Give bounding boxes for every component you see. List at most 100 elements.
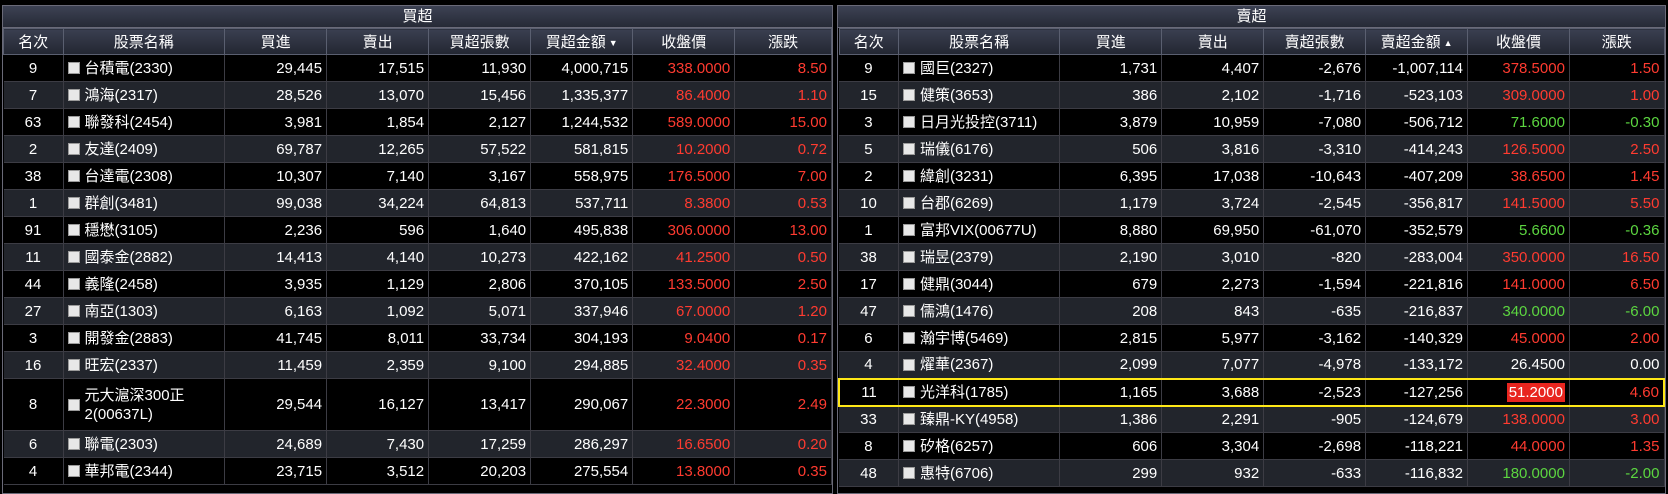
table-row[interactable]: 38 台達電(2308) 10,307 7,140 3,167 558,975 176.50…	[3, 162, 832, 190]
close-price-cell: 10.2000	[632, 135, 736, 163]
net-qty-cell: -10,643	[1263, 162, 1367, 190]
checkbox-icon[interactable]	[902, 197, 915, 209]
checkbox-icon[interactable]	[67, 197, 80, 209]
buy-cell: 208	[1059, 297, 1163, 325]
table-row[interactable]: 6 瀚宇博(5469) 2,815 5,977 -3,162 -140,329 45.000…	[839, 324, 1665, 352]
stock-name-label: 鴻海(2317)	[84, 86, 158, 104]
table-row[interactable]: 10 台郡(6269) 1,179 3,724 -2,545 -356,817 141.50…	[839, 189, 1665, 217]
rank-cell: 91	[3, 216, 64, 244]
table-row[interactable]: 27 南亞(1303) 6,163 1,092 5,071 337,946 67.0000 1…	[3, 297, 832, 325]
rank-cell: 7	[3, 81, 64, 109]
checkbox-icon[interactable]	[67, 224, 80, 236]
checkbox-icon[interactable]	[902, 170, 915, 182]
table-row[interactable]: 1 富邦VIX(00677U) 8,880 69,950 -61,070 -352,579…	[839, 216, 1665, 244]
checkbox-icon[interactable]	[902, 143, 915, 155]
table-row[interactable]: 2 緯創(3231) 6,395 17,038 -10,643 -407,209 38.65…	[839, 162, 1665, 190]
col-header-stock-name[interactable]: 股票名稱	[62, 28, 226, 55]
checkbox-icon[interactable]	[67, 143, 80, 155]
col-header-rank[interactable]: 名次	[838, 28, 899, 55]
checkbox-icon[interactable]	[902, 251, 915, 263]
table-row[interactable]: 5 瑞儀(6176) 506 3,816 -3,310 -414,243 126.5000 2…	[839, 135, 1665, 163]
net-qty-cell: -2,545	[1263, 189, 1367, 217]
table-row[interactable]: 8 元大滬深300正2(00637L) 29,544 16,127 13,417 290,…	[3, 378, 832, 431]
col-header-close[interactable]: 收盤價	[632, 28, 736, 55]
close-price-cell: 9.0400	[632, 324, 736, 352]
checkbox-icon[interactable]	[902, 440, 915, 452]
checkbox-icon[interactable]	[902, 224, 915, 236]
buy-cell: 24,689	[224, 430, 328, 458]
col-header-net-qty[interactable]: 賣超張數	[1263, 28, 1367, 55]
table-row[interactable]: 16 旺宏(2337) 11,459 2,359 9,100 294,885 32.4000…	[3, 351, 832, 379]
col-header-buy[interactable]: 買進	[1059, 28, 1163, 55]
col-header-sell[interactable]: 賣出	[326, 28, 430, 55]
table-row[interactable]: 11 光洋科(1785) 1,165 3,688 -2,523 -127,256 51.20…	[838, 377, 1665, 407]
stock-name-label: 國泰金(2882)	[84, 248, 173, 266]
table-row[interactable]: 15 健策(3653) 386 2,102 -1,716 -523,103 309.0000…	[839, 81, 1665, 109]
checkbox-icon[interactable]	[67, 170, 80, 182]
table-row[interactable]: 3 開發金(2883) 41,745 8,011 33,734 304,193 9.0400…	[3, 324, 832, 352]
checkbox-icon[interactable]	[902, 116, 915, 128]
table-row[interactable]: 6 聯電(2303) 24,689 7,430 17,259 286,297 16.6500…	[3, 430, 832, 458]
stock-name-cell: 臻鼎-KY(4958)	[898, 405, 1061, 433]
close-price-cell: 340.0000	[1467, 297, 1570, 325]
table-row[interactable]: 91 穩懋(3105) 2,236 596 1,640 495,838 306.0000 13…	[3, 216, 832, 244]
table-row[interactable]: 44 義隆(2458) 3,935 1,129 2,806 370,105 133.5000…	[3, 270, 832, 298]
rank-cell: 9	[3, 54, 64, 82]
table-row[interactable]: 63 聯發科(2454) 3,981 1,854 2,127 1,244,532 589.0…	[3, 108, 832, 136]
buy-cell: 3,935	[224, 270, 328, 298]
col-header-net-amount[interactable]: 買超金額 ▼	[530, 28, 634, 55]
checkbox-icon[interactable]	[902, 89, 915, 101]
col-header-rank[interactable]: 名次	[3, 28, 64, 55]
checkbox-icon[interactable]	[902, 62, 915, 74]
rank-cell: 33	[839, 405, 899, 433]
checkbox-icon[interactable]	[902, 467, 915, 479]
table-row[interactable]: 33 臻鼎-KY(4958) 1,386 2,291 -905 -124,679 138.0…	[839, 405, 1665, 433]
col-header-net-amount[interactable]: 賣超金額 ▲	[1365, 28, 1469, 55]
table-row[interactable]: 1 群創(3481) 99,038 34,224 64,813 537,711 8.3800…	[3, 189, 832, 217]
stock-name-cell: 聯電(2303)	[63, 430, 226, 458]
checkbox-icon[interactable]	[67, 116, 80, 128]
col-header-change[interactable]: 漲跌	[1568, 28, 1665, 55]
table-row[interactable]: 2 友達(2409) 69,787 12,265 57,522 581,815 10.200…	[3, 135, 832, 163]
checkbox-icon[interactable]	[902, 305, 915, 317]
checkbox-icon[interactable]	[902, 358, 915, 371]
col-header-change[interactable]: 漲跌	[734, 28, 832, 55]
table-row[interactable]: 11 國泰金(2882) 14,413 4,140 10,273 422,162 41.25…	[3, 243, 832, 271]
col-header-sell[interactable]: 賣出	[1161, 28, 1265, 55]
checkbox-icon[interactable]	[67, 332, 80, 344]
checkbox-icon[interactable]	[67, 278, 80, 290]
checkbox-icon[interactable]	[902, 278, 915, 290]
stock-name-cell: 健鼎(3044)	[898, 270, 1061, 298]
col-header-net-qty[interactable]: 買超張數	[428, 28, 532, 55]
checkbox-icon[interactable]	[902, 413, 915, 426]
checkbox-icon[interactable]	[67, 62, 80, 74]
table-row[interactable]: 47 儒鴻(1476) 208 843 -635 -216,837 340.0000 -6.0…	[839, 297, 1665, 325]
table-row[interactable]: 9 國巨(2327) 1,731 4,407 -2,676 -1,007,114 378.5…	[839, 54, 1665, 82]
checkbox-icon[interactable]	[67, 89, 80, 101]
net-qty-cell: 9,100	[428, 351, 532, 379]
checkbox-icon[interactable]	[67, 465, 80, 477]
rank-cell: 3	[3, 324, 64, 352]
checkbox-icon[interactable]	[902, 332, 915, 344]
table-row[interactable]: 7 鴻海(2317) 28,526 13,070 15,456 1,335,377 86.4…	[3, 81, 832, 109]
checkbox-icon[interactable]	[67, 305, 80, 317]
table-row[interactable]: 3 日月光投控(3711) 3,879 10,959 -7,080 -506,712 71.…	[839, 108, 1665, 136]
checkbox-icon[interactable]	[902, 386, 915, 398]
net-amount-cell: 1,244,532	[530, 108, 634, 136]
col-header-stock-name[interactable]: 股票名稱	[897, 28, 1061, 55]
table-row[interactable]: 4 燿華(2367) 2,099 7,077 -4,978 -133,172 26.4500…	[839, 351, 1665, 379]
col-header-close[interactable]: 收盤價	[1467, 28, 1570, 55]
table-row[interactable]: 48 惠特(6706) 299 932 -633 -116,832 180.0000 -2.0…	[839, 459, 1665, 487]
rank-cell: 11	[3, 243, 64, 271]
table-row[interactable]: 4 華邦電(2344) 23,715 3,512 20,203 275,554 13.800…	[3, 457, 832, 485]
checkbox-icon[interactable]	[67, 398, 80, 411]
checkbox-icon[interactable]	[67, 438, 80, 450]
table-row[interactable]: 9 台積電(2330) 29,445 17,515 11,930 4,000,715 338…	[3, 54, 832, 82]
checkbox-icon[interactable]	[67, 359, 80, 371]
table-row[interactable]: 17 健鼎(3044) 679 2,273 -1,594 -221,816 141.0000…	[839, 270, 1665, 298]
table-row[interactable]: 8 矽格(6257) 606 3,304 -2,698 -118,221 44.0000 1.…	[839, 432, 1665, 460]
rank-cell: 63	[3, 108, 64, 136]
table-row[interactable]: 38 瑞昱(2379) 2,190 3,010 -820 -283,004 350.0000…	[839, 243, 1665, 271]
checkbox-icon[interactable]	[67, 251, 80, 263]
col-header-buy[interactable]: 買進	[224, 28, 328, 55]
